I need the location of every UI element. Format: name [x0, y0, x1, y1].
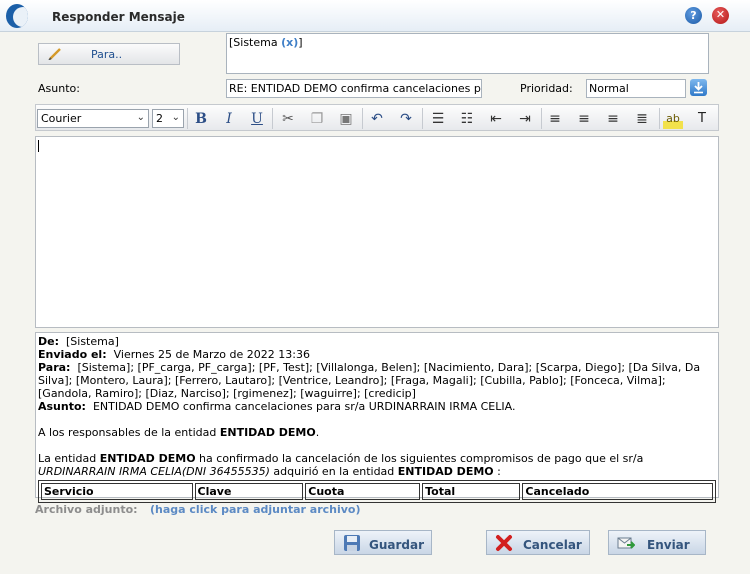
send-icon: [617, 537, 635, 549]
quoted-sent-value: Viernes 25 de Marzo de 2022 13:36: [113, 348, 310, 361]
cancel-button[interactable]: Cancelar: [486, 530, 590, 555]
quoted-to-label: Para:: [38, 361, 71, 374]
paste-icon[interactable]: ▣: [336, 109, 356, 129]
body-text-c: adquirió en la entidad: [269, 465, 398, 478]
quoted-from-value: [Sistema]: [66, 335, 119, 348]
body-entity: ENTIDAD DEMO: [99, 452, 196, 465]
recipient-name: [Sistema: [229, 36, 282, 49]
quoted-subject-label: Asunto:: [38, 400, 86, 413]
text-color-icon[interactable]: T: [692, 109, 712, 129]
size-select[interactable]: 2 ⌄: [152, 109, 184, 128]
toolbar-separator: [187, 108, 188, 129]
priority-label: Prioridad:: [520, 82, 573, 95]
quoted-message: De: [Sistema] Enviado el: Viernes 25 de …: [35, 332, 719, 503]
body-text-d: :: [493, 465, 501, 478]
save-button[interactable]: Guardar: [334, 530, 432, 555]
align-right-icon[interactable]: ≡: [603, 109, 623, 129]
body-person: URDINARRAIN IRMA CELIA(DNI 36455535): [38, 465, 270, 478]
greeting-entity: ENTIDAD DEMO: [219, 426, 316, 439]
font-select[interactable]: Courier ⌄: [37, 109, 149, 128]
toolbar-separator: [362, 108, 363, 129]
table-header-cell: Cuota: [305, 483, 421, 500]
send-button-label: Enviar: [647, 538, 690, 552]
chevron-down-icon: ⌄: [136, 112, 145, 123]
editor-toolbar: Courier ⌄ 2 ⌄ B I U ✂ ❐ ▣ ↶ ↷ ☰ ☷ ⇤ ⇥ ≡ …: [35, 104, 719, 131]
greeting-prefix: A los responsables de la entidad: [38, 426, 220, 439]
quoted-to-value: [Sistema]; [PF_carga, PF_carga]; [PF, Te…: [38, 361, 701, 400]
redo-icon[interactable]: ↷: [396, 109, 416, 129]
priority-field[interactable]: Normal: [586, 79, 686, 98]
title-bar: Responder Mensaje ? ✕: [0, 0, 750, 32]
table-header-cell: Clave: [194, 483, 304, 500]
align-center-icon[interactable]: ≡: [574, 109, 594, 129]
ordered-list-icon[interactable]: ☰: [428, 109, 448, 129]
body-text-b: ha confirmado la cancelación de los sigu…: [195, 452, 644, 465]
cut-icon[interactable]: ✂: [278, 109, 298, 129]
attachment-label: Archivo adjunto:: [35, 503, 138, 516]
toolbar-separator: [541, 108, 542, 129]
save-button-label: Guardar: [369, 538, 425, 552]
toolbar-separator: [659, 108, 660, 129]
greeting-suffix: .: [315, 426, 320, 439]
justify-icon[interactable]: ≣: [632, 109, 652, 129]
remove-recipient-link[interactable]: (x): [281, 36, 298, 49]
to-button-label: Para..: [91, 48, 123, 61]
body-text-a: La entidad: [38, 452, 100, 465]
toolbar-separator: [272, 108, 273, 129]
download-icon[interactable]: [690, 79, 707, 96]
text-cursor: [38, 140, 39, 152]
help-icon[interactable]: ?: [685, 7, 702, 24]
recipients-field[interactable]: [Sistema (x)]: [226, 33, 709, 74]
body-entity-2: ENTIDAD DEMO: [397, 465, 494, 478]
cancel-icon: [496, 535, 512, 551]
bold-icon[interactable]: B: [191, 109, 211, 129]
undo-icon[interactable]: ↶: [367, 109, 387, 129]
copy-icon[interactable]: ❐: [307, 109, 327, 129]
save-icon: [344, 535, 360, 551]
recipient-close: ]: [298, 36, 303, 49]
app-logo-icon: [6, 4, 28, 28]
to-button[interactable]: Para..: [38, 43, 180, 65]
highlight-icon[interactable]: ab: [663, 109, 683, 129]
cancel-button-label: Cancelar: [523, 538, 582, 552]
size-select-value: 2: [156, 112, 163, 125]
close-icon[interactable]: ✕: [712, 7, 729, 24]
table-header-cell: Servicio: [41, 483, 193, 500]
underline-icon[interactable]: U: [247, 109, 267, 129]
quoted-sent-label: Enviado el:: [38, 348, 107, 361]
attach-file-link[interactable]: (haga click para adjuntar archivo): [150, 503, 361, 516]
send-button[interactable]: Enviar: [608, 530, 706, 555]
quoted-subject-value: ENTIDAD DEMO confirma cancelaciones para…: [92, 400, 516, 413]
table-header-cell: Total: [422, 483, 521, 500]
commitments-table: Servicio Clave Cuota Total Cancelado: [38, 480, 716, 503]
quoted-from-label: De:: [38, 335, 59, 348]
table-header-row: Servicio Clave Cuota Total Cancelado: [41, 483, 713, 500]
outdent-icon[interactable]: ⇤: [486, 109, 506, 129]
toolbar-separator: [422, 108, 423, 129]
subject-input[interactable]: RE: ENTIDAD DEMO confirma cancelaciones …: [226, 79, 482, 98]
table-header-cell: Cancelado: [522, 483, 713, 500]
font-select-value: Courier: [41, 112, 82, 125]
subject-label: Asunto:: [38, 82, 80, 95]
chevron-down-icon: ⌄: [171, 112, 180, 123]
pencil-icon: [48, 48, 61, 60]
indent-icon[interactable]: ⇥: [515, 109, 535, 129]
bullet-list-icon[interactable]: ☷: [457, 109, 477, 129]
align-left-icon[interactable]: ≡: [545, 109, 565, 129]
window-title: Responder Mensaje: [52, 10, 185, 24]
message-editor[interactable]: [35, 136, 719, 328]
italic-icon[interactable]: I: [219, 109, 239, 129]
